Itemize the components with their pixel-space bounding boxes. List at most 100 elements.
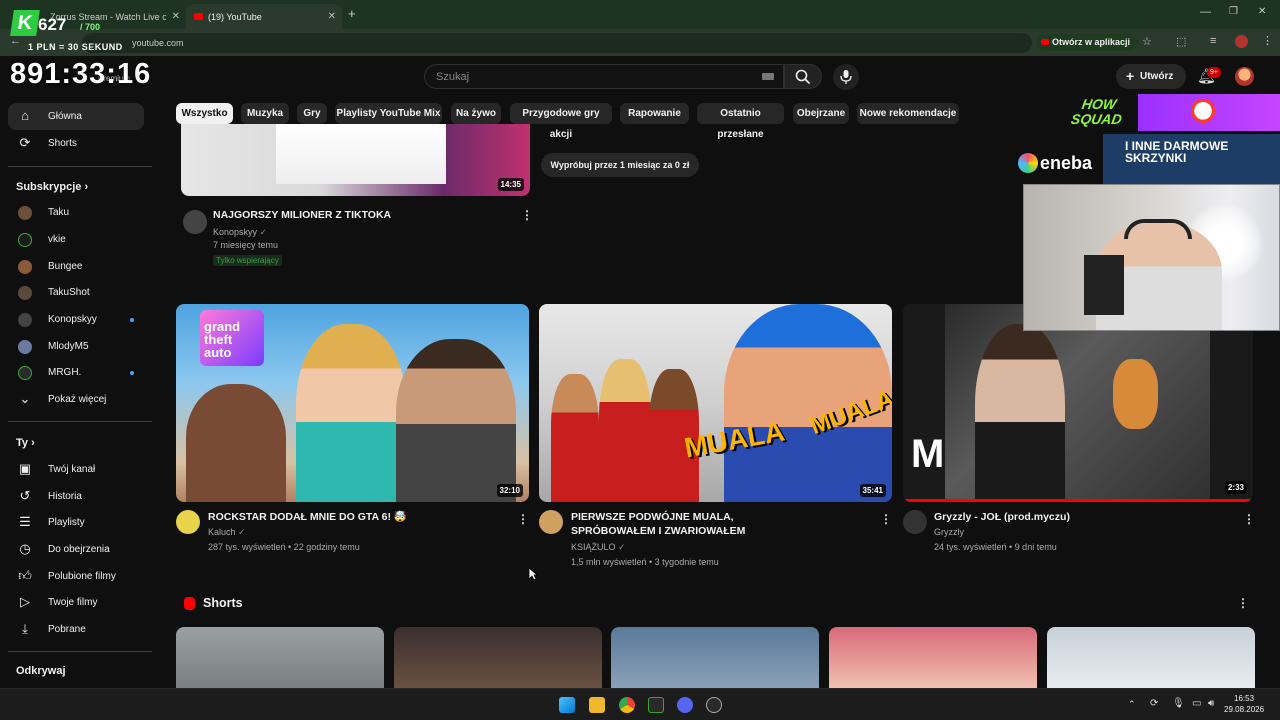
short-thumbnail[interactable] bbox=[829, 627, 1037, 688]
channel-avatar[interactable] bbox=[903, 510, 927, 534]
sidebar-sub-mrgh[interactable]: MRGH. bbox=[8, 359, 144, 386]
channel-name[interactable]: Kaluch ✓ bbox=[208, 527, 246, 538]
avatar bbox=[18, 233, 32, 247]
sidebar-item-downloads[interactable]: ⤓ Pobrane bbox=[8, 616, 144, 643]
sidebar-item-your-channel[interactable]: ▣ Twój kanał bbox=[8, 456, 144, 483]
media-icon[interactable]: ≡ bbox=[1210, 35, 1216, 47]
sidebar-item-shorts[interactable]: ⟳ Shorts bbox=[8, 130, 144, 157]
close-tab-icon[interactable]: ✕ bbox=[172, 11, 180, 22]
restore-icon[interactable]: ❐ bbox=[1229, 6, 1238, 17]
app-icon[interactable] bbox=[648, 697, 664, 713]
open-in-app-button[interactable]: Otwórz w aplikacji bbox=[1036, 34, 1139, 51]
start-menu-icon[interactable] bbox=[559, 697, 575, 713]
volume-icon[interactable]: 🔊︎ bbox=[1208, 698, 1214, 709]
short-thumbnail[interactable] bbox=[176, 627, 384, 688]
short-thumbnail[interactable] bbox=[1047, 627, 1255, 688]
search-button[interactable] bbox=[784, 64, 822, 89]
discord-icon[interactable] bbox=[677, 697, 693, 713]
more-options-icon[interactable]: ⋮ bbox=[517, 512, 529, 526]
create-button[interactable]: + Utwórz bbox=[1116, 64, 1186, 89]
video-title[interactable]: PIERWSZE PODWÓJNE MUALA, SPRÓBOWAŁEM I Z… bbox=[571, 510, 801, 538]
sidebar-sub-taku[interactable]: Taku bbox=[8, 199, 144, 226]
chip-recently-uploaded[interactable]: Ostatnio przesłane bbox=[697, 103, 784, 140]
sidebar-sub-mlodym5[interactable]: MlodyM5 bbox=[8, 333, 144, 360]
channel-name[interactable]: Gryzzly bbox=[934, 527, 964, 537]
more-options-icon[interactable]: ⋮ bbox=[521, 208, 533, 222]
video-thumbnail[interactable]: MUALA MUALA 35:41 bbox=[539, 304, 892, 502]
person-left bbox=[186, 384, 286, 502]
you-heading[interactable]: Ty › bbox=[16, 437, 35, 449]
premium-trial-button[interactable]: Wypróbuj przez 1 miesiąc za 0 zł bbox=[541, 153, 699, 177]
sidebar-sub-vkie[interactable]: vkie bbox=[8, 226, 144, 253]
chevron-right-icon: › bbox=[31, 437, 35, 449]
tray-chevron-icon[interactable]: ⌃ bbox=[1128, 699, 1136, 710]
video-thumbnail[interactable]: grand theft auto 32:10 bbox=[176, 304, 529, 502]
extensions-icon[interactable]: ⬚ bbox=[1176, 35, 1186, 48]
sidebar-item-history[interactable]: ↺ Historia bbox=[8, 483, 144, 510]
sidebar-show-more[interactable]: ⌄ Pokaż więcej bbox=[8, 386, 144, 413]
channel-avatar[interactable] bbox=[176, 510, 200, 534]
chip-new-recommendations[interactable]: Nowe rekomendacje bbox=[857, 103, 959, 124]
divider bbox=[8, 166, 152, 167]
more-options-icon[interactable]: ⋮ bbox=[880, 512, 892, 526]
chrome-icon[interactable] bbox=[619, 697, 635, 713]
channel-label: Kaluch bbox=[208, 527, 236, 537]
video-title[interactable]: ROCKSTAR DODAŁ MNIE DO GTA 6! 🤯 bbox=[208, 510, 407, 524]
video-thumbnail[interactable]: 14:35 bbox=[181, 124, 530, 196]
obs-icon[interactable] bbox=[706, 697, 722, 713]
channel-name[interactable]: KSIĄŻULO ✓ bbox=[571, 542, 626, 553]
profile-avatar[interactable] bbox=[1235, 35, 1248, 48]
sidebar-item-liked[interactable]: 👍︎ Polubione filmy bbox=[8, 563, 144, 590]
taskbar-clock[interactable]: 16:53 29.08.2026 bbox=[1224, 693, 1264, 715]
channel-avatar[interactable] bbox=[539, 510, 563, 534]
person bbox=[551, 374, 599, 502]
voice-search-button[interactable] bbox=[833, 64, 859, 90]
sidebar-item-your-videos[interactable]: ▷ Twoje filmy bbox=[8, 589, 144, 616]
chip-mix[interactable]: Playlisty YouTube Mix bbox=[335, 103, 442, 124]
chip-rap[interactable]: Rapowanie bbox=[620, 103, 689, 124]
sidebar-item-playlists[interactable]: ☰ Playlisty bbox=[8, 509, 144, 536]
chip-games[interactable]: Gry bbox=[297, 103, 327, 124]
more-options-icon[interactable]: ⋮ bbox=[1243, 512, 1255, 526]
shorts-more-options-icon[interactable]: ⋮ bbox=[1237, 596, 1249, 610]
display-icon[interactable]: ▭ bbox=[1192, 698, 1201, 709]
video-duration: 14:35 bbox=[497, 178, 524, 191]
bookmark-star-icon[interactable]: ☆ bbox=[1142, 35, 1152, 48]
avatar bbox=[18, 206, 32, 220]
mic-tray-icon[interactable]: 🎙︎ bbox=[1172, 698, 1185, 709]
new-tab-icon[interactable]: + bbox=[348, 6, 356, 21]
subscriptions-heading[interactable]: Subskrypcje › bbox=[16, 181, 88, 193]
sidebar-sub-konopskyy[interactable]: Konopskyy bbox=[8, 306, 144, 333]
video-title[interactable]: Gryzzly - JOŁ (prod.myczu) bbox=[934, 510, 1070, 524]
chip-watched[interactable]: Obejrzane bbox=[793, 103, 849, 124]
menu-icon[interactable]: ⋮ bbox=[1262, 34, 1273, 47]
chip-live[interactable]: Na żywo bbox=[451, 103, 501, 124]
search-placeholder: Szukaj bbox=[436, 71, 470, 83]
chip-action-adventure[interactable]: Przygodowe gry akcji bbox=[510, 103, 612, 140]
sidebar-item-watch-later[interactable]: ◷ Do obejrzenia bbox=[8, 536, 144, 563]
file-explorer-icon[interactable] bbox=[589, 697, 605, 713]
verified-icon: ✓ bbox=[238, 527, 246, 537]
tab-youtube[interactable]: (19) YouTube ✕ bbox=[186, 4, 342, 29]
search-input[interactable]: Szukaj bbox=[424, 64, 784, 89]
video-title[interactable]: NAJGORSZY MILIONER Z TIKTOKA bbox=[213, 208, 391, 222]
avatar bbox=[18, 286, 32, 300]
network-icon[interactable]: ⟳ bbox=[1150, 698, 1158, 709]
chip-all[interactable]: Wszystko bbox=[176, 103, 233, 124]
sidebar-sub-bungee[interactable]: Bungee bbox=[8, 253, 144, 280]
minimize-icon[interactable]: — bbox=[1200, 6, 1211, 18]
keyboard-icon[interactable] bbox=[762, 73, 774, 80]
sidebar-item-label: Twój kanał bbox=[48, 464, 96, 475]
sidebar-sub-takushot[interactable]: TakuShot bbox=[8, 279, 144, 306]
close-window-icon[interactable]: ✕ bbox=[1258, 6, 1266, 17]
chip-music[interactable]: Muzyka bbox=[241, 103, 289, 124]
close-tab-icon[interactable]: ✕ bbox=[328, 11, 336, 22]
account-avatar[interactable] bbox=[1235, 67, 1254, 86]
video-thumbnail[interactable]: M 2:33 bbox=[903, 304, 1253, 502]
short-thumbnail[interactable] bbox=[611, 627, 819, 688]
url-field[interactable]: youtube.com bbox=[82, 33, 1032, 53]
channel-avatar[interactable] bbox=[183, 210, 207, 234]
channel-name[interactable]: Konopskyy ✓ bbox=[213, 227, 267, 238]
sidebar-item-home[interactable]: ⌂ Główna bbox=[8, 103, 144, 130]
short-thumbnail[interactable] bbox=[394, 627, 602, 688]
